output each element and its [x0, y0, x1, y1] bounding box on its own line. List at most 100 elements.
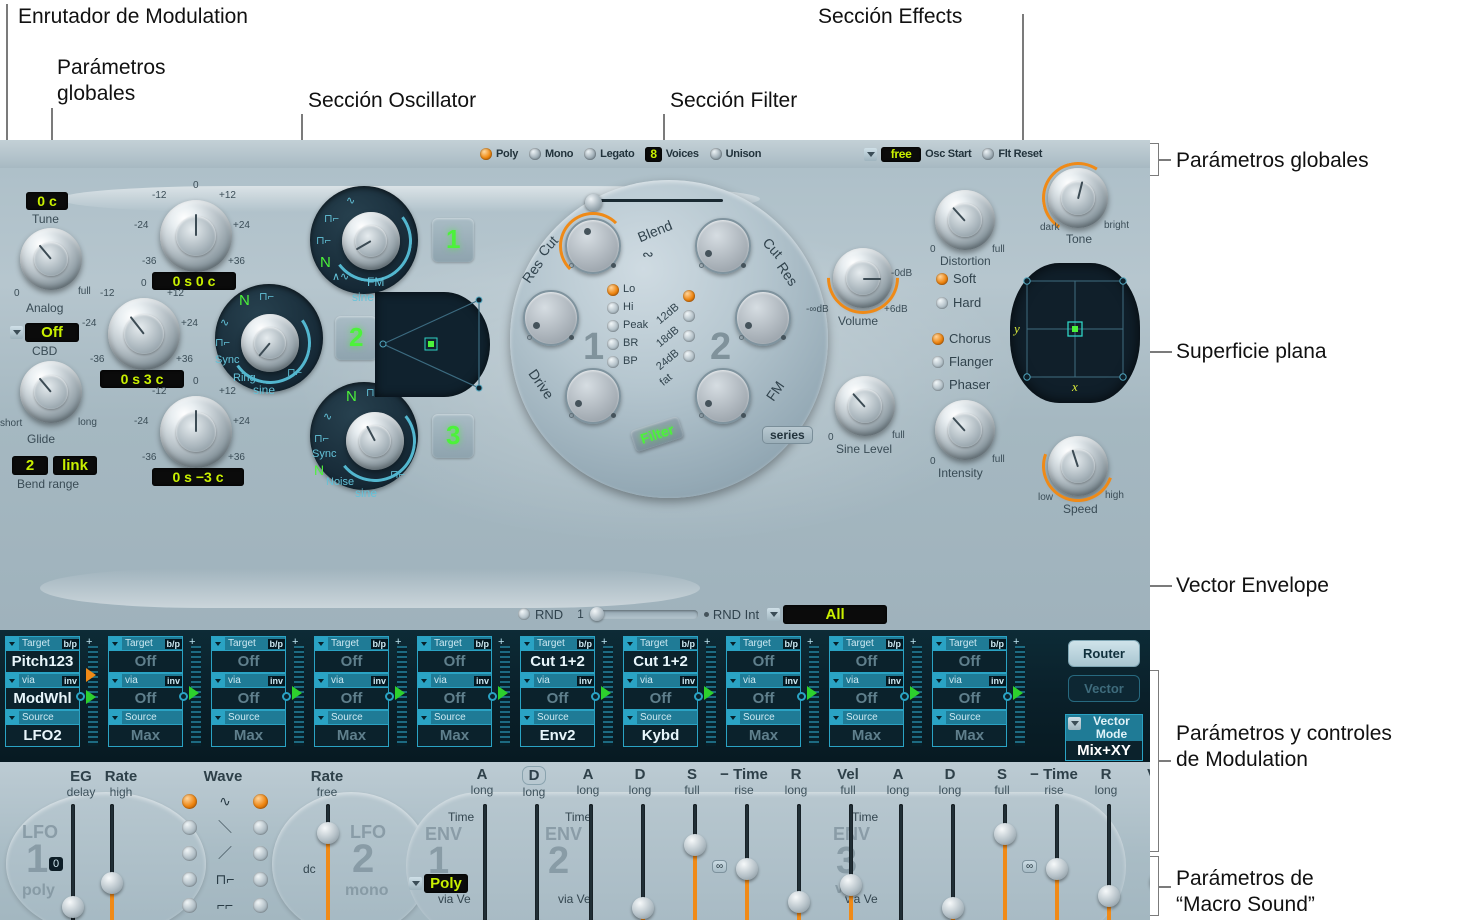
- osc2-pitch-value[interactable]: 0 s 3 c: [100, 370, 184, 388]
- router-source-value[interactable]: Max: [108, 725, 183, 747]
- router-source-value[interactable]: Kybd: [623, 725, 698, 747]
- lfo1-eg-thumb[interactable]: [62, 896, 84, 918]
- router-target-value[interactable]: Off: [108, 651, 183, 673]
- router-via-value[interactable]: Off: [211, 688, 286, 710]
- env-slider[interactable]: [840, 804, 862, 920]
- router-target-value[interactable]: Cut 1+2: [520, 651, 595, 673]
- speed-knob[interactable]: [1048, 436, 1108, 496]
- lfo1-rate-slider[interactable]: [101, 804, 123, 920]
- filter2-mode-18db-radio[interactable]: [683, 310, 695, 322]
- router-source-chevron-down-icon[interactable]: [109, 711, 122, 724]
- lfo2-rate-slider[interactable]: [317, 804, 339, 920]
- osc3-pitch-knob[interactable]: [160, 396, 232, 468]
- osc3-wave-disc[interactable]: Ν ⊓⌐ ∿ ⊓⌐ Sync Ν Noise ⊓⌐: [310, 382, 421, 490]
- env-slider-thumb[interactable]: [1046, 858, 1068, 880]
- filter2-mode-radios[interactable]: [683, 290, 695, 362]
- env1-mode-chevron-down-icon[interactable]: [409, 877, 422, 890]
- osc3-pitch-value[interactable]: 0 s −3 c: [152, 468, 244, 486]
- router-target-chevron-down-icon[interactable]: [521, 637, 534, 650]
- env-slider-thumb[interactable]: [942, 897, 964, 919]
- cbd-chevron-down-icon[interactable]: [10, 326, 23, 339]
- effect-chorus-option[interactable]: Chorus: [932, 331, 991, 346]
- router-source-row[interactable]: Source: [623, 710, 698, 725]
- effect-phaser-option[interactable]: Phaser: [932, 377, 990, 392]
- osc1-pitch-knob[interactable]: [160, 200, 232, 272]
- router-target-row[interactable]: Target b/p: [520, 636, 595, 651]
- router-target-chevron-down-icon[interactable]: [418, 637, 431, 650]
- router-amount-pivot[interactable]: [385, 692, 394, 701]
- env-slider-thumb[interactable]: [1098, 885, 1120, 907]
- router-amount-pivot[interactable]: [76, 692, 85, 701]
- router-source-value[interactable]: Max: [314, 725, 389, 747]
- router-amount-handle[interactable]: [498, 686, 508, 700]
- osc3-wave-knob[interactable]: [346, 412, 404, 470]
- voice-mode-poly[interactable]: Poly: [480, 148, 518, 160]
- filter1-mode-bp-radio[interactable]: [607, 356, 619, 368]
- lfo1-wave-stepped-random-radio[interactable]: [182, 897, 197, 913]
- router-via-row[interactable]: via inv: [829, 673, 904, 688]
- router-source-chevron-down-icon[interactable]: [933, 711, 946, 724]
- router-tab-button[interactable]: Router: [1068, 640, 1140, 667]
- router-inv-badge[interactable]: inv: [782, 675, 800, 686]
- router-target-chevron-down-icon[interactable]: [315, 637, 328, 650]
- lfo2-rate-thumb[interactable]: [317, 822, 339, 844]
- env1-mode-value[interactable]: Poly: [424, 874, 468, 893]
- router-source-chevron-down-icon[interactable]: [727, 711, 740, 724]
- router-via-value[interactable]: Off: [726, 688, 801, 710]
- router-target-row[interactable]: Target b/p: [623, 636, 698, 651]
- router-inv-badge[interactable]: inv: [679, 675, 697, 686]
- filter2-cut-knob[interactable]: [695, 218, 751, 274]
- voice-mode-legato[interactable]: Legato: [584, 148, 635, 160]
- flat-surface-xy-pad[interactable]: y x: [1010, 263, 1140, 403]
- flt-reset-toggle[interactable]: Flt Reset: [982, 148, 1042, 160]
- router-target-row[interactable]: Target b/p: [932, 636, 1007, 651]
- router-via-chevron-down-icon[interactable]: [315, 674, 328, 687]
- router-via-chevron-down-icon[interactable]: [830, 674, 843, 687]
- distortion-hard-option[interactable]: Hard: [936, 295, 981, 310]
- lfo1-wave-square-pulse-radio[interactable]: [182, 871, 197, 887]
- router-source-value[interactable]: Max: [211, 725, 286, 747]
- effect-flanger-option[interactable]: Flanger: [932, 354, 993, 369]
- env-slider-thumb[interactable]: [994, 823, 1016, 845]
- router-inv-badge[interactable]: inv: [164, 675, 182, 686]
- router-via-chevron-down-icon[interactable]: [212, 674, 225, 687]
- lfo1-rate-thumb[interactable]: [101, 872, 123, 894]
- router-inv-badge[interactable]: inv: [370, 675, 388, 686]
- router-via-row[interactable]: via inv: [623, 673, 698, 688]
- router-target-row[interactable]: Target b/p: [417, 636, 492, 651]
- lfo1-wave-triangle-radio[interactable]: [182, 793, 197, 809]
- tone-knob[interactable]: [1048, 168, 1108, 228]
- env-slider[interactable]: [942, 804, 964, 920]
- filter1-mode-lo-radio[interactable]: [607, 284, 619, 296]
- router-via-value[interactable]: ModWhl: [5, 688, 80, 710]
- router-source-value[interactable]: Env2: [520, 725, 595, 747]
- router-source-row[interactable]: Source: [314, 710, 389, 725]
- router-source-row[interactable]: Source: [108, 710, 183, 725]
- router-target-value[interactable]: Off: [314, 651, 389, 673]
- filter2-mode-fat-radio[interactable]: [683, 350, 695, 362]
- router-source-chevron-down-icon[interactable]: [6, 711, 19, 724]
- router-target-chevron-down-icon[interactable]: [6, 637, 19, 650]
- oscillator-mix-triangle-display[interactable]: [375, 292, 490, 397]
- cbd-value[interactable]: Off: [25, 323, 79, 342]
- router-via-chevron-down-icon[interactable]: [933, 674, 946, 687]
- router-via-value[interactable]: Off: [417, 688, 492, 710]
- intensity-knob[interactable]: [935, 400, 995, 460]
- rnd-int-chevron-down-icon[interactable]: [767, 607, 781, 621]
- router-target-row[interactable]: Target b/p: [726, 636, 801, 651]
- router-via-row[interactable]: via inv: [5, 673, 80, 688]
- router-inv-badge[interactable]: inv: [885, 675, 903, 686]
- filter1-mode-hi-radio[interactable]: [607, 302, 619, 314]
- router-source-chevron-down-icon[interactable]: [830, 711, 843, 724]
- router-target-chevron-down-icon[interactable]: [933, 637, 946, 650]
- lfo1-eg-slider[interactable]: [62, 804, 84, 920]
- router-source-row[interactable]: Source: [211, 710, 286, 725]
- router-via-chevron-down-icon[interactable]: [6, 674, 19, 687]
- router-target-value[interactable]: Off: [932, 651, 1007, 673]
- phaser-radio[interactable]: [932, 378, 944, 391]
- lfo2-wave-square-pulse-radio[interactable]: [252, 871, 268, 887]
- router-via-value[interactable]: Off: [623, 688, 698, 710]
- lfo2-wave-falling-saw-radio[interactable]: [253, 819, 268, 835]
- router-amount-handle-max[interactable]: [86, 668, 96, 682]
- voices-value[interactable]: 8: [645, 146, 662, 162]
